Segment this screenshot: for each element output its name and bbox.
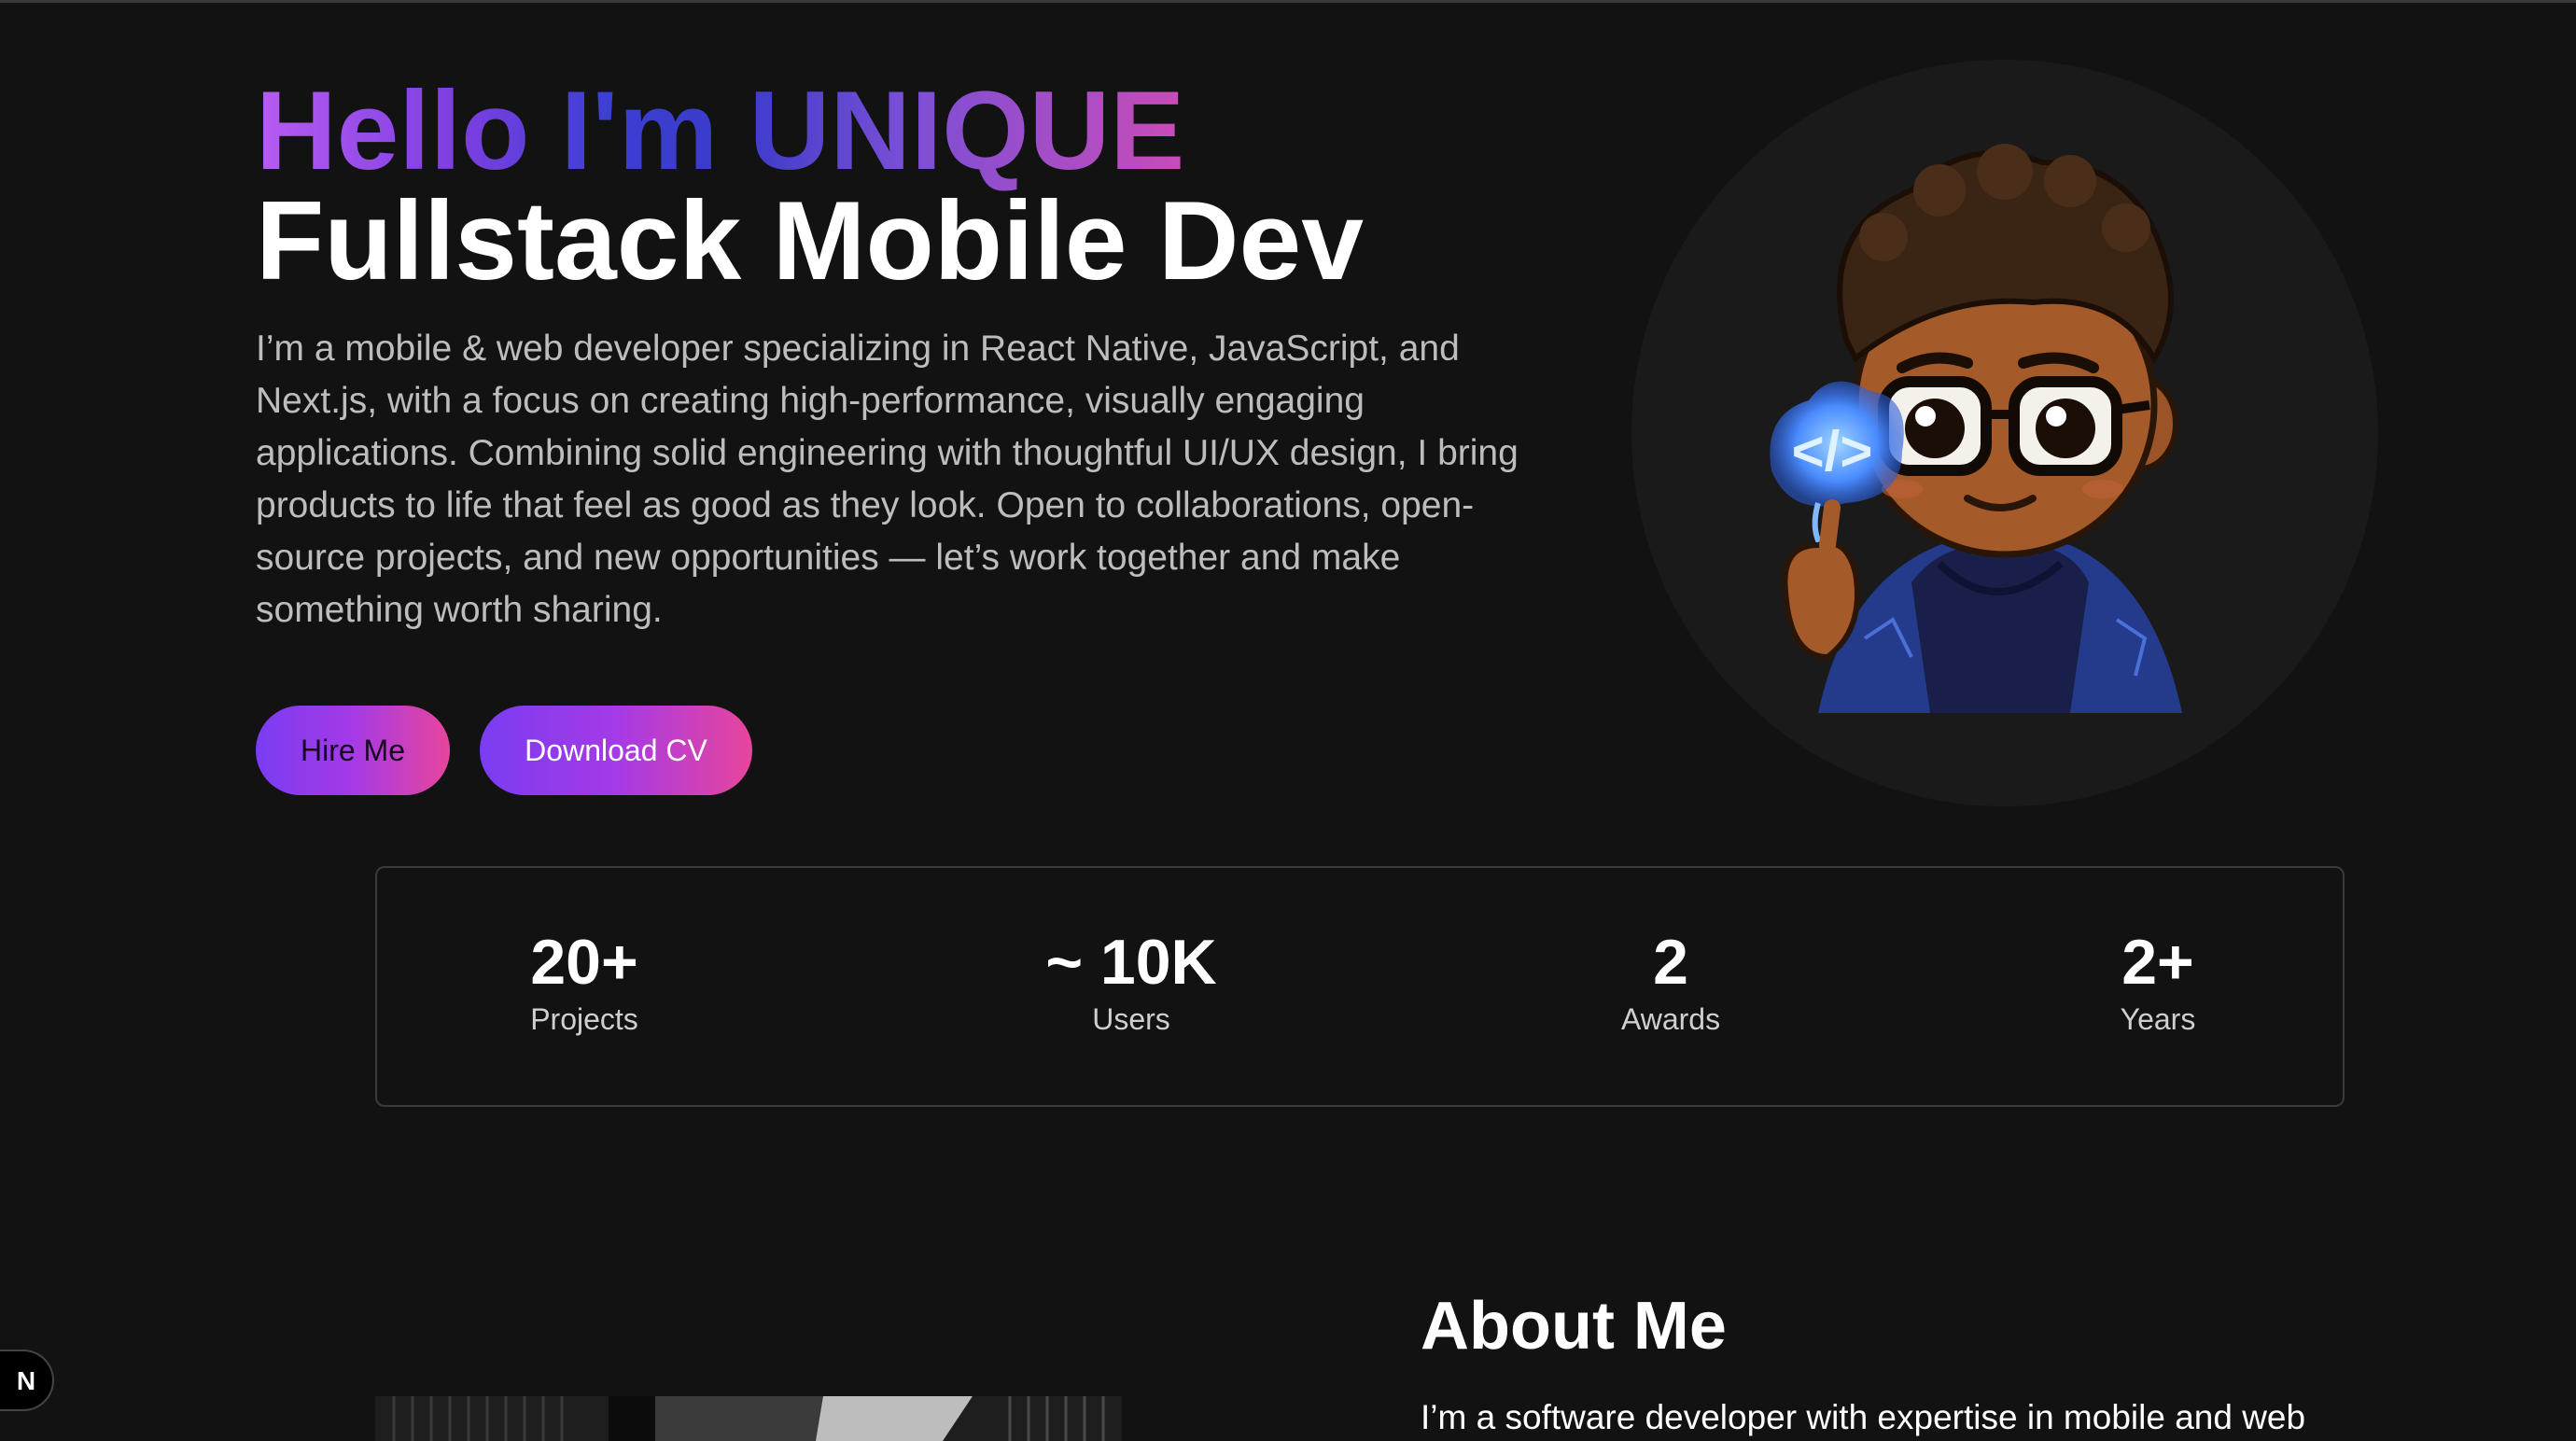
- stat-label: Years: [2120, 1002, 2196, 1036]
- stat-value: 2: [1653, 927, 1688, 998]
- top-divider: [0, 0, 2576, 3]
- about-text: I’m a software developer with expertise …: [1421, 1398, 2306, 1436]
- stat-value: 20+: [530, 927, 638, 998]
- code-symbol: </>: [1792, 420, 1873, 483]
- portfolio-page: Hello I'm UNIQUE Fullstack Mobile Dev I’…: [0, 0, 2576, 1441]
- stat-projects: 20+ Projects: [530, 926, 638, 1040]
- hero-description: I’m a mobile & web developer specializin…: [256, 329, 1519, 630]
- nextjs-dev-badge[interactable]: N: [0, 1350, 54, 1411]
- stat-value: 2+: [2121, 927, 2194, 998]
- photo-preview: [375, 1396, 1122, 1441]
- stat-awards: 2 Awards: [1621, 926, 1720, 1040]
- hero-role: Fullstack Mobile Dev: [256, 178, 1364, 303]
- stat-label: Projects: [530, 1002, 638, 1036]
- hire-me-button[interactable]: Hire Me: [256, 706, 450, 795]
- nextjs-icon: N: [17, 1366, 35, 1395]
- stat-users: ~ 10K Users: [1045, 926, 1216, 1040]
- stat-label: Awards: [1620, 1002, 1721, 1036]
- avatar: </>: [1631, 60, 2378, 806]
- download-cv-button[interactable]: Download CV: [480, 706, 752, 795]
- stat-years: 2+ Years: [2121, 926, 2196, 1040]
- about-photo: [375, 1396, 1122, 1441]
- about-title: About Me: [1421, 1289, 1727, 1364]
- stats-panel: 20+ Projects ~ 10K Users 2 Awards 2+ Yea…: [375, 866, 2345, 1107]
- developer-avatar-icon: </>: [1770, 144, 2182, 713]
- stat-value: ~ 10K: [1045, 927, 1217, 998]
- stat-label: Users: [1092, 1002, 1170, 1036]
- badge-letter: N: [17, 1366, 35, 1395]
